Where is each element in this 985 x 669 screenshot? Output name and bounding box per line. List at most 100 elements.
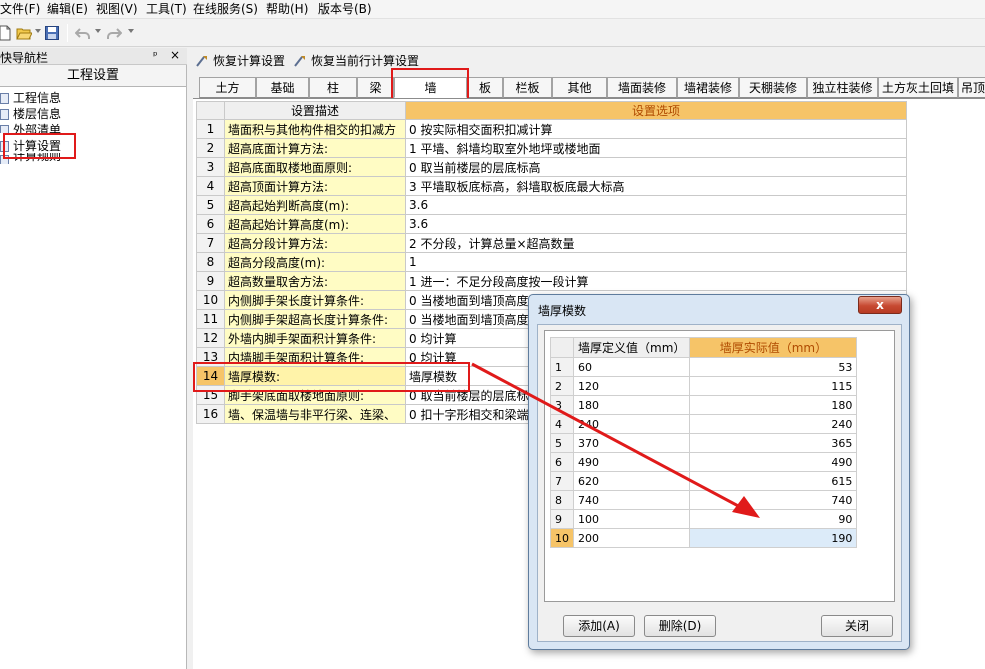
actual-thickness-cell[interactable]: 490 — [689, 452, 858, 472]
table-row[interactable]: 3 超高底面取楼地面原则: 0 取当前楼层的层底标高 — [196, 157, 907, 177]
tab-suspended-ceiling[interactable]: 吊顶 — [958, 77, 985, 98]
save-icon[interactable] — [44, 25, 60, 41]
nav-item-calc-rules[interactable]: 计算规则 — [0, 153, 120, 164]
menu-tools[interactable]: 工具(T) — [146, 2, 187, 17]
defined-thickness-cell[interactable]: 180 — [572, 395, 691, 415]
defined-thickness-cell[interactable]: 240 — [572, 414, 691, 434]
actual-thickness-cell[interactable]: 190 — [689, 528, 858, 548]
tab-wall[interactable]: 墙 — [394, 77, 467, 98]
undo-icon[interactable] — [75, 25, 91, 41]
defined-thickness-cell[interactable]: 620 — [572, 471, 691, 491]
tab-ceiling-decoration[interactable]: 天棚装修 — [739, 77, 807, 98]
actual-thickness-cell[interactable]: 90 — [689, 509, 858, 529]
open-folder-icon[interactable] — [16, 25, 32, 41]
table-row[interactable]: 9 100 90 — [550, 509, 858, 529]
menu-online-service[interactable]: 在线服务(S) — [193, 2, 258, 17]
actual-thickness-cell[interactable]: 240 — [689, 414, 858, 434]
setting-value[interactable]: 0 取当前楼层的层底标高 — [405, 157, 907, 177]
table-row[interactable]: 1 60 53 — [550, 357, 858, 377]
table-row[interactable]: 5 超高起始判断高度(m): 3.6 — [196, 195, 907, 215]
row-number: 7 — [550, 471, 574, 491]
row-number: 3 — [196, 157, 225, 177]
setting-value[interactable]: 1 平墙、斜墙均取室外地坪或楼地面 — [405, 138, 907, 158]
tab-foundation[interactable]: 基础 — [256, 77, 309, 98]
setting-value[interactable]: 3.6 — [405, 195, 907, 215]
nav-item-floor-info[interactable]: 楼层信息 — [0, 107, 120, 122]
new-file-icon[interactable] — [0, 25, 13, 41]
setting-value[interactable]: 3.6 — [405, 214, 907, 234]
row-number: 4 — [196, 176, 225, 196]
table-row[interactable]: 9 超高数量取舍方法: 1 进一：不足分段高度按一段计算 — [196, 271, 907, 291]
table-row[interactable]: 7 超高分段计算方法: 2 不分段，计算总量×超高数量 — [196, 233, 907, 253]
dialog-header-row: 墙厚定义值（mm） 墙厚实际值（mm） — [550, 337, 858, 358]
tab-lime-soil-backfill[interactable]: 土方灰土回填 — [878, 77, 958, 98]
tab-beam[interactable]: 梁 — [357, 77, 394, 98]
setting-value[interactable]: 1 — [405, 252, 907, 272]
setting-value[interactable]: 1 进一：不足分段高度按一段计算 — [405, 271, 907, 291]
table-row[interactable]: 8 超高分段高度(m): 1 — [196, 252, 907, 272]
dialog-close-button[interactable]: x — [858, 296, 902, 314]
defined-thickness-cell[interactable]: 200 — [572, 528, 691, 548]
actual-thickness-cell[interactable]: 615 — [689, 471, 858, 491]
row-number: 2 — [196, 138, 225, 158]
defined-thickness-cell[interactable]: 490 — [572, 452, 691, 472]
table-row[interactable]: 6 490 490 — [550, 452, 858, 472]
actual-thickness-cell[interactable]: 180 — [689, 395, 858, 415]
tab-other[interactable]: 其他 — [552, 77, 607, 98]
tab-dado-decoration[interactable]: 墙裙装修 — [677, 77, 739, 98]
table-row[interactable]: 7 620 615 — [550, 471, 858, 491]
nav-item-project-info[interactable]: 工程信息 — [0, 91, 120, 106]
pin-icon[interactable]: ᵖ — [153, 49, 158, 62]
setting-value[interactable]: 0 按实际相交面积扣减计算 — [405, 119, 907, 139]
menu-help[interactable]: 帮助(H) — [266, 2, 308, 17]
restore-settings-button[interactable]: 恢复计算设置 — [193, 52, 285, 70]
table-row[interactable]: 4 超高顶面计算方法: 3 平墙取板底标高，斜墙取板底最大标高 — [196, 176, 907, 196]
tab-wall-decoration[interactable]: 墙面装修 — [607, 77, 677, 98]
table-row[interactable]: 3 180 180 — [550, 395, 858, 415]
table-row-selected[interactable]: 10 200 190 — [550, 528, 858, 548]
actual-thickness-cell[interactable]: 740 — [689, 490, 858, 510]
close-icon[interactable]: × — [170, 48, 180, 62]
setting-value[interactable]: 2 不分段，计算总量×超高数量 — [405, 233, 907, 253]
table-row[interactable]: 2 超高底面计算方法: 1 平墙、斜墙均取室外地坪或楼地面 — [196, 138, 907, 158]
menu-version[interactable]: 版本号(B) — [318, 2, 372, 17]
actual-thickness-cell[interactable]: 53 — [689, 357, 858, 377]
table-row[interactable]: 4 240 240 — [550, 414, 858, 434]
tab-column[interactable]: 柱 — [309, 77, 357, 98]
defined-thickness-cell[interactable]: 120 — [572, 376, 691, 396]
row-number: 9 — [550, 509, 574, 529]
redo-icon[interactable] — [106, 25, 122, 41]
actual-thickness-cell[interactable]: 365 — [689, 433, 858, 453]
setting-value[interactable]: 3 平墙取板底标高，斜墙取板底最大标高 — [405, 176, 907, 196]
setting-description: 外墙内脚手架面积计算条件: — [224, 328, 406, 348]
undo-dropdown-icon[interactable] — [95, 29, 101, 33]
menu-view[interactable]: 视图(V) — [96, 2, 138, 17]
actual-thickness-cell[interactable]: 115 — [689, 376, 858, 396]
tab-parapet[interactable]: 栏板 — [503, 77, 552, 98]
nav-item-external-list[interactable]: 外部清单 — [0, 123, 120, 133]
tab-earthwork[interactable]: 土方 — [199, 77, 256, 98]
defined-thickness-cell[interactable]: 60 — [572, 357, 691, 377]
table-row[interactable]: 1 墙面积与其他构件相交的扣减方 0 按实际相交面积扣减计算 — [196, 119, 907, 139]
menu-edit[interactable]: 编辑(E) — [47, 2, 88, 17]
table-row[interactable]: 2 120 115 — [550, 376, 858, 396]
nav-panel-header[interactable]: 工程设置 — [0, 65, 186, 87]
restore-current-row-button[interactable]: 恢复当前行计算设置 — [291, 52, 419, 70]
defined-thickness-cell[interactable]: 740 — [572, 490, 691, 510]
add-button[interactable]: 添加(A) — [563, 615, 635, 637]
table-row[interactable]: 6 超高起始计算高度(m): 3.6 — [196, 214, 907, 234]
redo-dropdown-icon[interactable] — [128, 29, 134, 33]
table-row[interactable]: 5 370 365 — [550, 433, 858, 453]
nav-item-calc-settings[interactable]: 计算设置 — [0, 139, 120, 154]
tab-slab[interactable]: 板 — [467, 77, 503, 98]
delete-button[interactable]: 删除(D) — [644, 615, 716, 637]
menu-file[interactable]: 文件(F) — [0, 2, 40, 17]
tab-column-decoration[interactable]: 独立柱装修 — [807, 77, 878, 98]
defined-thickness-cell[interactable]: 100 — [572, 509, 691, 529]
row-number: 6 — [550, 452, 574, 472]
close-button[interactable]: 关闭 — [821, 615, 893, 637]
table-row[interactable]: 8 740 740 — [550, 490, 858, 510]
defined-thickness-cell[interactable]: 370 — [572, 433, 691, 453]
document-icon — [0, 109, 9, 120]
open-dropdown-icon[interactable] — [35, 29, 41, 33]
